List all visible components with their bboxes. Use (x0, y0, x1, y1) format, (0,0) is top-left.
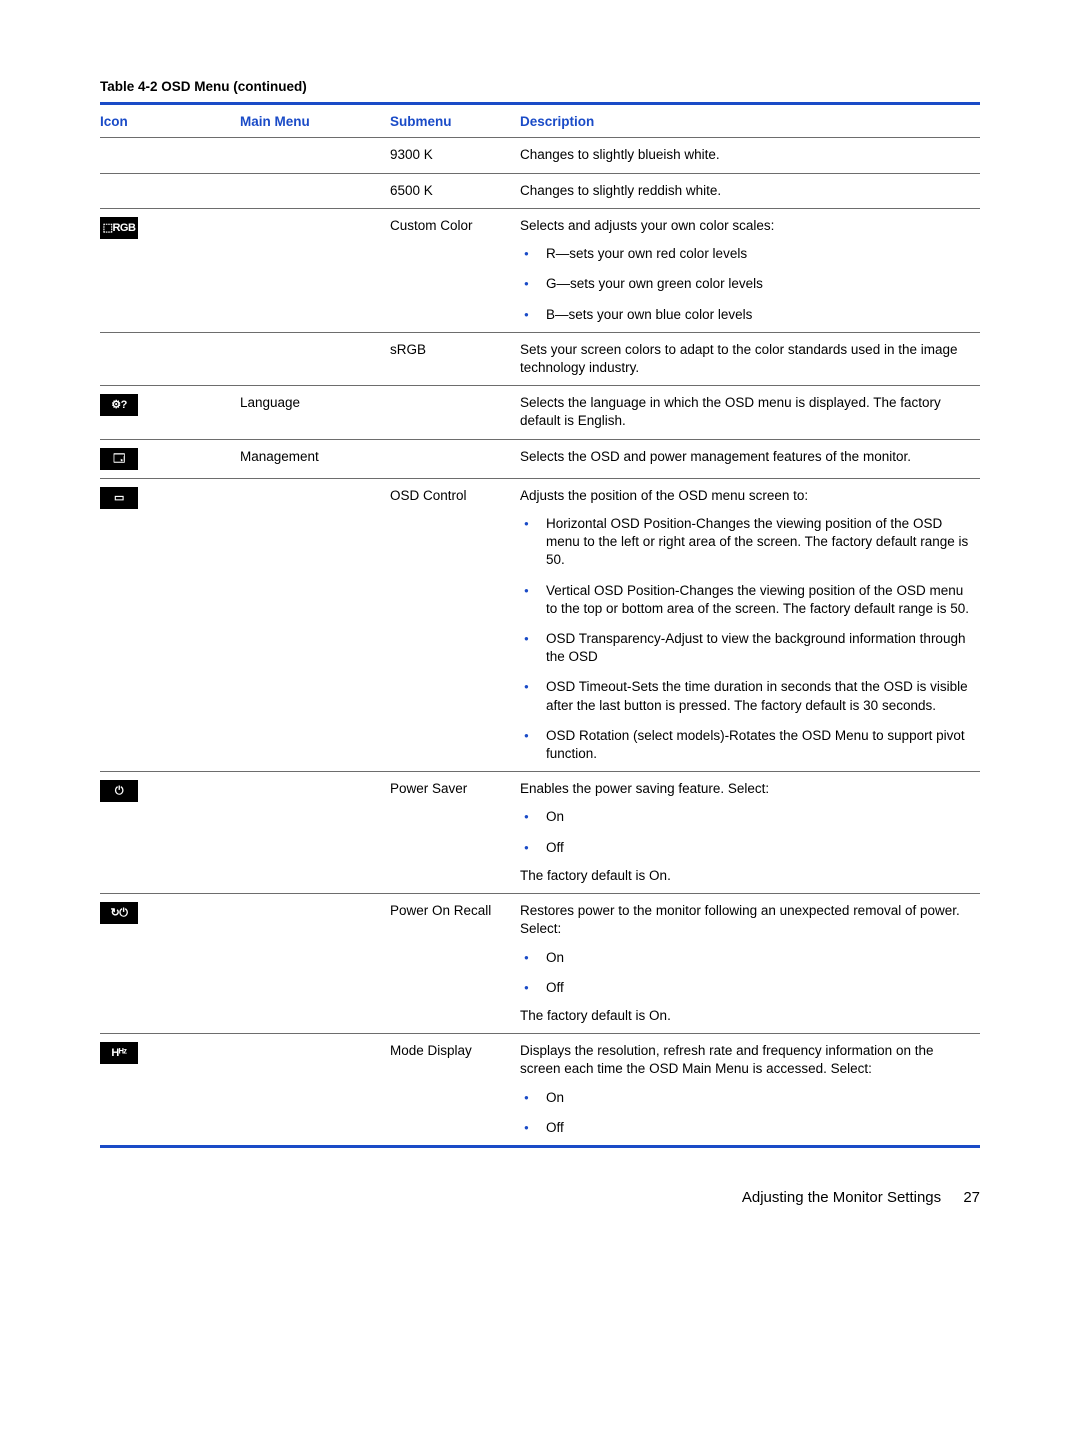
col-icon: Icon (100, 105, 240, 138)
mode-display-icon: Hᴴᶻ (100, 1042, 138, 1064)
list-item: Horizontal OSD Position-Changes the view… (520, 515, 974, 570)
list-item: R—sets your own red color levels (520, 245, 974, 263)
section-title: Adjusting the Monitor Settings (742, 1189, 941, 1206)
bottom-rule (100, 1145, 980, 1148)
power-saver-icon: ⏻ (100, 780, 138, 802)
col-description: Description (520, 105, 980, 138)
management-icon: 🗔 (100, 448, 138, 470)
submenu-cell: OSD Control (390, 478, 520, 772)
osd-control-icon: ▭ (100, 487, 138, 509)
description-cell: Sets your screen colors to adapt to the … (520, 332, 980, 385)
description-cell: Changes to slightly reddish white. (520, 173, 980, 208)
submenu-cell: 9300 K (390, 138, 520, 173)
table-caption: Table 4-2 OSD Menu (continued) (100, 78, 980, 96)
table-row: sRGB Sets your screen colors to adapt to… (100, 332, 980, 385)
list-item: G—sets your own green color levels (520, 275, 974, 293)
submenu-cell: Custom Color (390, 208, 520, 332)
description-cell: Selects the language in which the OSD me… (520, 386, 980, 439)
table-row: 9300 K Changes to slightly blueish white… (100, 138, 980, 173)
default-note: The factory default is On. (520, 867, 974, 885)
description-cell: Changes to slightly blueish white. (520, 138, 980, 173)
table-row: ⚙? Language Selects the language in whic… (100, 386, 980, 439)
description-cell: Displays the resolution, refresh rate an… (520, 1034, 980, 1145)
table-row: 🗔 Management Selects the OSD and power m… (100, 439, 980, 478)
submenu-cell: 6500 K (390, 173, 520, 208)
table-row: ↻⏻ Power On Recall Restores power to the… (100, 894, 980, 1034)
main-menu-cell: Management (240, 439, 390, 478)
osd-menu-table: Icon Main Menu Submenu Description 9300 … (100, 105, 980, 1145)
list-item: OSD Rotation (select models)-Rotates the… (520, 727, 974, 763)
table-header-row: Icon Main Menu Submenu Description (100, 105, 980, 138)
table-row: ⬚RGB Custom Color Selects and adjusts yo… (100, 208, 980, 332)
caption-number: Table 4-2 (100, 79, 158, 94)
table-row: Hᴴᶻ Mode Display Displays the resolution… (100, 1034, 980, 1145)
list-item: On (520, 808, 974, 826)
list-item: OSD Transparency-Adjust to view the back… (520, 630, 974, 666)
list-item: Off (520, 979, 974, 997)
list-item: On (520, 949, 974, 967)
description-cell: Selects the OSD and power management fea… (520, 439, 980, 478)
description-cell: Restores power to the monitor following … (520, 894, 980, 1034)
default-note: The factory default is On. (520, 1007, 974, 1025)
custom-color-icon: ⬚RGB (100, 217, 138, 239)
list-item: OSD Timeout-Sets the time duration in se… (520, 678, 974, 714)
submenu-cell: Power Saver (390, 772, 520, 894)
list-item: On (520, 1089, 974, 1107)
main-menu-cell: Language (240, 386, 390, 439)
description-cell: Adjusts the position of the OSD menu scr… (520, 478, 980, 772)
submenu-cell: Power On Recall (390, 894, 520, 1034)
description-cell: Selects and adjusts your own color scale… (520, 208, 980, 332)
description-cell: Enables the power saving feature. Select… (520, 772, 980, 894)
col-submenu: Submenu (390, 105, 520, 138)
list-item: B—sets your own blue color levels (520, 306, 974, 324)
table-row: ⏻ Power Saver Enables the power saving f… (100, 772, 980, 894)
table-row: 6500 K Changes to slightly reddish white… (100, 173, 980, 208)
page-number: 27 (963, 1189, 980, 1206)
submenu-cell: Mode Display (390, 1034, 520, 1145)
list-item: Off (520, 839, 974, 857)
col-main-menu: Main Menu (240, 105, 390, 138)
list-item: Vertical OSD Position-Changes the viewin… (520, 582, 974, 618)
language-icon: ⚙? (100, 394, 138, 416)
list-item: Off (520, 1119, 974, 1137)
page-footer: Adjusting the Monitor Settings 27 (100, 1188, 980, 1208)
power-on-recall-icon: ↻⏻ (100, 902, 138, 924)
submenu-cell: sRGB (390, 332, 520, 385)
caption-title: OSD Menu (continued) (158, 79, 307, 94)
table-row: ▭ OSD Control Adjusts the position of th… (100, 478, 980, 772)
